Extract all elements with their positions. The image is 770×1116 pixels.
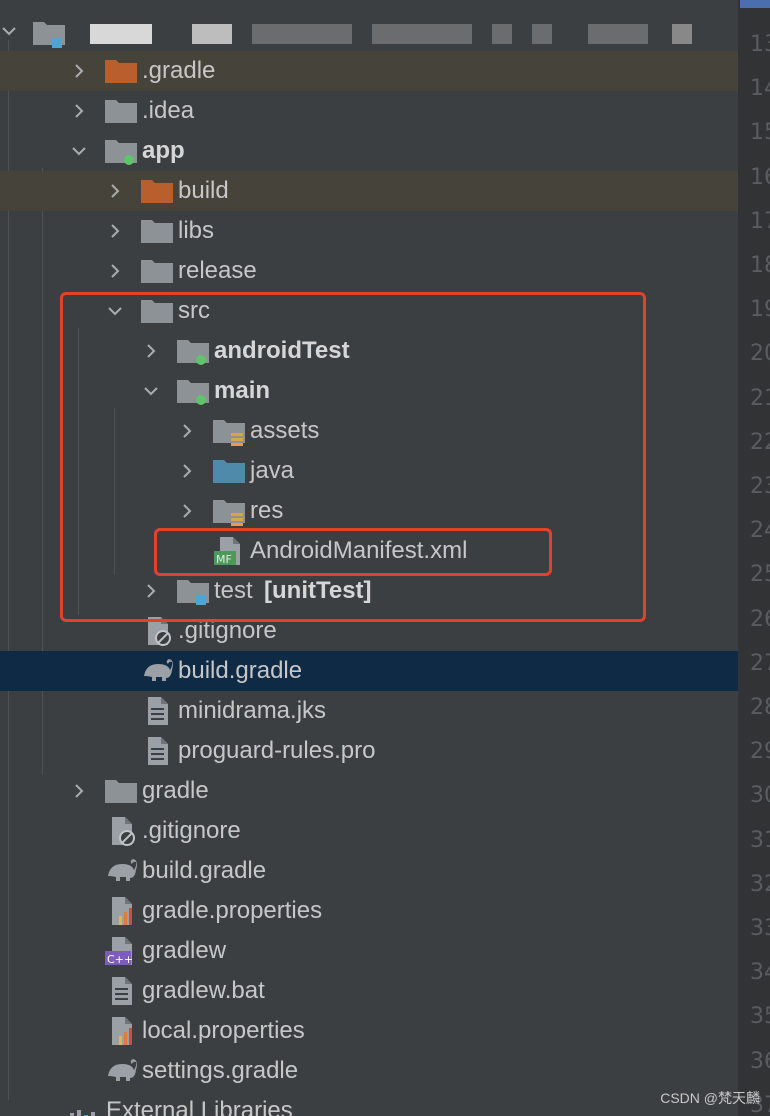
text-file-icon	[148, 737, 168, 765]
tree-row[interactable]: gradle.properties	[0, 891, 738, 931]
text-file-icon	[148, 697, 168, 725]
properties-file-icon	[112, 1017, 132, 1045]
excluded-folder-icon	[141, 180, 173, 203]
tree-row-label: .gitignore	[142, 817, 241, 844]
gradle-elephant-icon	[108, 1059, 137, 1081]
tree-row-label: release	[178, 257, 257, 284]
tree-row[interactable]: proguard-rules.pro	[0, 731, 738, 771]
folder-icon	[33, 22, 65, 48]
chevron-down-icon[interactable]	[70, 142, 88, 160]
tree-row-label: minidrama.jks	[178, 697, 327, 724]
line-number: 29	[750, 739, 770, 765]
chevron-right-icon[interactable]	[70, 102, 88, 120]
editor-gutter: 13 14 15 16 17 18 19 20 21 22 23 24 25 26 27 28 29 30 31 32…	[738, 0, 770, 1116]
line-number: 16	[750, 164, 770, 190]
chevron-right-icon[interactable]	[106, 262, 124, 280]
properties-file-icon	[112, 897, 132, 925]
project-tree: .gradle .idea app build libs release src androi…	[0, 0, 738, 1116]
annotation-box-manifest	[154, 528, 552, 576]
line-number: 24	[750, 518, 770, 544]
line-number: 15	[750, 120, 770, 146]
tree-row-label: gradle	[142, 777, 209, 804]
tree-row[interactable]: libs	[0, 211, 738, 251]
tree-row[interactable]: minidrama.jks	[0, 691, 738, 731]
tree-row-label: .gradle	[142, 57, 216, 84]
line-number: 21	[750, 385, 770, 411]
tree-row[interactable]: build.gradle	[0, 851, 738, 891]
tree-row-label: External Libraries	[106, 1097, 293, 1116]
chevron-down-icon[interactable]	[0, 22, 18, 40]
line-number: 13	[750, 32, 770, 57]
tree-row[interactable]: local.properties	[0, 1011, 738, 1051]
line-number: 23	[750, 474, 770, 499]
gutter-accent	[740, 0, 770, 8]
tree-row[interactable]: release	[0, 251, 738, 291]
tree-row[interactable]: settings.gradle	[0, 1051, 738, 1091]
tree-row[interactable]: build	[0, 171, 738, 211]
line-number: 30	[750, 783, 770, 809]
tree-row[interactable]: gradlew.bat	[0, 971, 738, 1011]
line-number: 20	[750, 341, 770, 367]
tree-row-label: settings.gradle	[142, 1057, 299, 1084]
tree-row[interactable]: .gitignore	[0, 811, 738, 851]
line-number: 19	[750, 297, 770, 323]
line-number: 26	[750, 606, 770, 632]
line-number: 25	[750, 562, 770, 588]
line-number: 34	[750, 960, 770, 986]
excluded-folder-icon	[105, 60, 137, 83]
project-root-row[interactable]	[0, 8, 738, 48]
tree-row-label: build.gradle	[142, 857, 267, 884]
tree-row-label: gradle.properties	[142, 897, 323, 924]
tree-row-label: .idea	[142, 97, 195, 124]
line-number: 14	[750, 76, 770, 102]
chevron-right-icon[interactable]	[106, 182, 124, 200]
gradle-elephant-icon	[144, 659, 173, 681]
libraries-icon	[70, 1110, 95, 1116]
watermark: CSDN @梵天麟	[660, 1090, 760, 1106]
line-number: 18	[750, 253, 770, 278]
tree-row-label: build	[178, 177, 229, 204]
chevron-right-icon[interactable]	[70, 782, 88, 800]
line-number: 32	[750, 871, 770, 897]
folder-icon	[105, 100, 137, 123]
tree-row-label: libs	[178, 217, 215, 244]
tree-row[interactable]: External Libraries	[0, 1091, 738, 1116]
line-number: 31	[750, 827, 770, 853]
svg-text:C++: C++	[107, 953, 133, 966]
line-number: 17	[750, 208, 770, 234]
line-number: 22	[750, 429, 770, 455]
tree-row-label: app	[142, 137, 185, 164]
tree-row-label: gradlew.bat	[142, 977, 265, 1004]
tree-row-label: gradlew	[142, 937, 227, 964]
line-number: 27	[750, 650, 770, 676]
text-file-icon	[112, 977, 132, 1005]
tree-row[interactable]: app	[0, 131, 738, 171]
folder-icon	[141, 220, 173, 243]
line-number: 36	[750, 1048, 770, 1074]
line-number: 35	[750, 1004, 770, 1030]
tree-row-label: proguard-rules.pro	[178, 737, 376, 764]
gitignore-file-icon	[112, 817, 135, 846]
line-number: 28	[750, 695, 770, 720]
tree-row-label: local.properties	[142, 1017, 305, 1044]
script-file-icon: C++	[105, 937, 133, 966]
line-number: 33	[750, 916, 770, 941]
tree-row-label: build.gradle	[178, 657, 303, 684]
tree-row[interactable]: .gradle	[0, 51, 738, 91]
tree-row[interactable]: build.gradle	[0, 651, 738, 691]
tree-row[interactable]: .idea	[0, 91, 738, 131]
module-folder-icon	[105, 140, 137, 165]
chevron-right-icon[interactable]	[106, 222, 124, 240]
chevron-right-icon[interactable]	[70, 62, 88, 80]
folder-icon	[105, 780, 137, 803]
folder-icon	[141, 260, 173, 283]
gradle-elephant-icon	[108, 859, 137, 881]
tree-row[interactable]: gradle	[0, 771, 738, 811]
tree-row[interactable]: C++ gradlew	[0, 931, 738, 971]
